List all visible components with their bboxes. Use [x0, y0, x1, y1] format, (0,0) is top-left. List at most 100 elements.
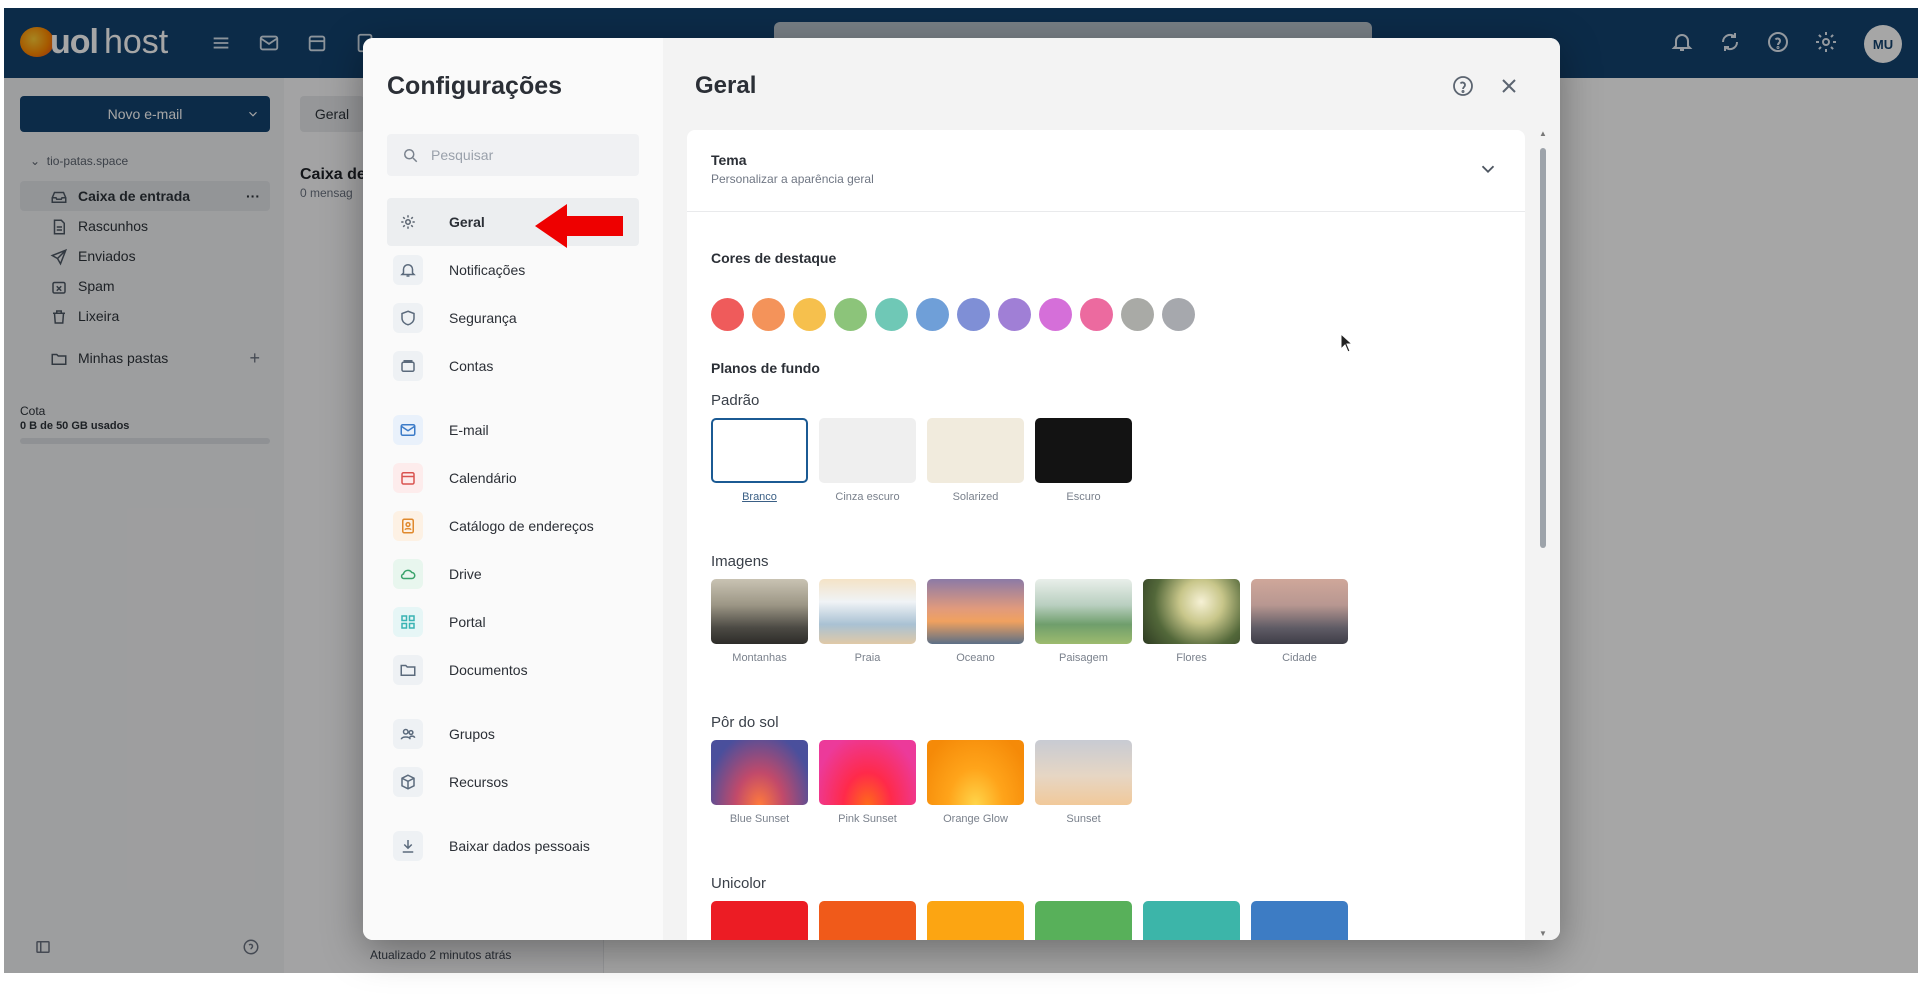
bg-tile-blue-sunset[interactable]: Blue Sunset	[711, 740, 808, 825]
settings-content: Geral Tema Personalizar a aparência gera…	[663, 38, 1560, 940]
accent-swatch-6[interactable]	[916, 298, 949, 331]
bg-tile-cinza-escuro[interactable]: Cinza escuro	[819, 418, 916, 503]
nav-item-label: E-mail	[449, 422, 489, 438]
accent-swatch-9[interactable]	[1039, 298, 1072, 331]
bg-tile-flores[interactable]: Flores	[1143, 579, 1240, 664]
settings-search[interactable]	[387, 134, 639, 176]
bg-tile-sunset[interactable]: Sunset	[1035, 740, 1132, 825]
bg-preview	[819, 418, 916, 483]
nav-item-label: Recursos	[449, 774, 509, 790]
nav-item-label: Baixar dados pessoais	[449, 838, 590, 854]
bg-caption: Branco	[742, 491, 777, 503]
bg-tile-orange-glow[interactable]: Orange Glow	[927, 740, 1024, 825]
bg-preview	[819, 579, 916, 644]
accent-swatch-5[interactable]	[875, 298, 908, 331]
bg-preview	[1143, 901, 1240, 940]
bg-preview	[819, 740, 916, 805]
accent-swatch-8[interactable]	[998, 298, 1031, 331]
bg-preview	[711, 579, 808, 644]
bg-preview	[927, 579, 1024, 644]
bg-tile-unicolor-2[interactable]	[819, 901, 916, 940]
bg-caption: Solarized	[952, 491, 999, 503]
group-title-por-do-sol: Pôr do sol	[711, 714, 779, 731]
scroll-up-icon[interactable]: ▲	[1539, 130, 1547, 138]
mail-icon	[393, 415, 423, 445]
group-icon	[393, 719, 423, 749]
tema-section-header[interactable]: Tema Personalizar a aparência geral	[687, 130, 1525, 212]
bg-preview	[711, 740, 808, 805]
bg-tile-unicolor-1[interactable]	[711, 901, 808, 940]
scroll-thumb[interactable]	[1540, 148, 1546, 548]
bg-tile-unicolor-3[interactable]	[927, 901, 1024, 940]
accent-swatch-10[interactable]	[1080, 298, 1113, 331]
calendar-icon	[393, 463, 423, 493]
nav-item-catalogo[interactable]: Catálogo de endereços	[387, 502, 639, 550]
nav-item-documentos[interactable]: Documentos	[387, 646, 639, 694]
bg-caption: Oceano	[956, 652, 995, 664]
accent-swatch-3[interactable]	[793, 298, 826, 331]
shield-icon	[393, 303, 423, 333]
settings-title: Configurações	[387, 72, 563, 100]
settings-nav: Configurações Geral Notificações Seguran…	[363, 38, 663, 940]
mouse-cursor-icon	[1340, 333, 1354, 353]
accent-swatch-1[interactable]	[711, 298, 744, 331]
accent-color-swatches	[711, 298, 1195, 331]
settings-dialog: Configurações Geral Notificações Seguran…	[363, 38, 1560, 940]
bg-tile-solarized[interactable]: Solarized	[927, 418, 1024, 503]
bg-preview	[927, 901, 1024, 940]
close-icon[interactable]	[1497, 74, 1521, 98]
nav-item-notificacoes[interactable]: Notificações	[387, 246, 639, 294]
bg-tile-montanhas[interactable]: Montanhas	[711, 579, 808, 664]
settings-search-input[interactable]	[431, 134, 631, 176]
tema-title: Tema	[711, 152, 747, 168]
page-bottom	[0, 973, 1918, 995]
bg-preview	[711, 418, 808, 483]
search-icon	[404, 149, 418, 163]
accent-swatch-4[interactable]	[834, 298, 867, 331]
chevron-down-icon[interactable]	[1477, 158, 1499, 180]
bg-tile-branco[interactable]: Branco	[711, 418, 808, 503]
content-scrollbar[interactable]: ▲ ▼	[1539, 130, 1547, 940]
nav-item-portal[interactable]: Portal	[387, 598, 639, 646]
bg-preview	[927, 418, 1024, 483]
cloud-icon	[393, 559, 423, 589]
contacts-icon	[393, 511, 423, 541]
nav-item-baixar-dados[interactable]: Baixar dados pessoais	[387, 822, 639, 870]
bg-preview	[711, 901, 808, 940]
accent-swatch-2[interactable]	[752, 298, 785, 331]
bg-caption: Cidade	[1282, 652, 1317, 664]
bg-tile-cidade[interactable]: Cidade	[1251, 579, 1348, 664]
bg-tile-unicolor-5[interactable]	[1143, 901, 1240, 940]
bg-tile-praia[interactable]: Praia	[819, 579, 916, 664]
bg-tile-pink-sunset[interactable]: Pink Sunset	[819, 740, 916, 825]
scroll-down-icon[interactable]: ▼	[1539, 930, 1547, 938]
accent-swatch-7[interactable]	[957, 298, 990, 331]
accent-swatch-12[interactable]	[1162, 298, 1195, 331]
nav-item-drive[interactable]: Drive	[387, 550, 639, 598]
tiles-imagens: Montanhas Praia Oceano Paisagem Flores C…	[711, 579, 1348, 664]
bg-tile-oceano[interactable]: Oceano	[927, 579, 1024, 664]
nav-item-label: Documentos	[449, 662, 528, 678]
nav-item-recursos[interactable]: Recursos	[387, 758, 639, 806]
grid-icon	[393, 607, 423, 637]
bg-tile-unicolor-4[interactable]	[1035, 901, 1132, 940]
bg-caption: Paisagem	[1059, 652, 1108, 664]
nav-item-label: Drive	[449, 566, 482, 582]
bg-tile-escuro[interactable]: Escuro	[1035, 418, 1132, 503]
bg-caption: Praia	[854, 652, 881, 664]
nav-item-seguranca[interactable]: Segurança	[387, 294, 639, 342]
accent-swatch-11[interactable]	[1121, 298, 1154, 331]
nav-item-label: Calendário	[449, 470, 517, 486]
nav-item-label: Portal	[449, 614, 486, 630]
nav-item-email[interactable]: E-mail	[387, 406, 639, 454]
nav-item-contas[interactable]: Contas	[387, 342, 639, 390]
nav-item-label: Notificações	[449, 262, 526, 278]
bg-tile-paisagem[interactable]: Paisagem	[1035, 579, 1132, 664]
help-icon[interactable]	[1451, 74, 1475, 98]
nav-item-grupos[interactable]: Grupos	[387, 710, 639, 758]
nav-item-calendario[interactable]: Calendário	[387, 454, 639, 502]
bg-caption: Pink Sunset	[838, 813, 897, 825]
nav-item-label: Catálogo de endereços	[449, 518, 594, 534]
bg-preview	[1143, 579, 1240, 644]
bg-tile-unicolor-6[interactable]	[1251, 901, 1348, 940]
